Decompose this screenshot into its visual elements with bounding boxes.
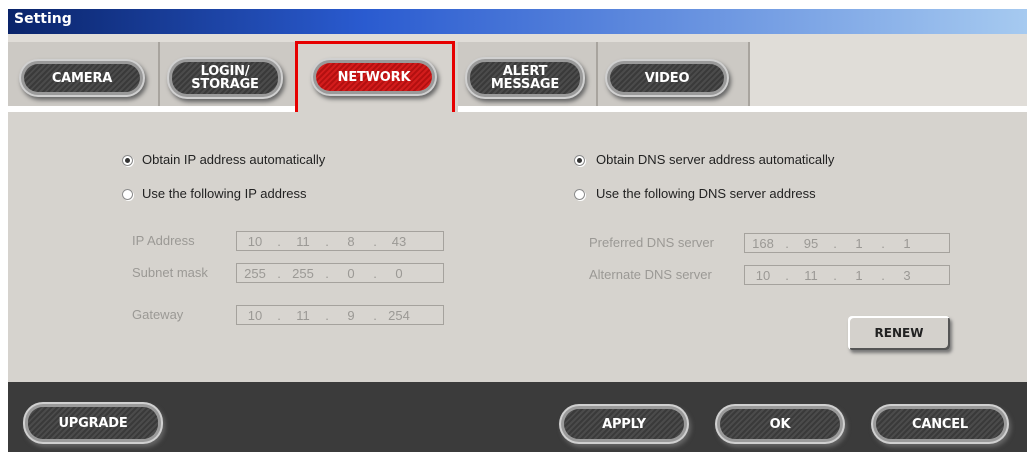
dns-auto-label: Obtain DNS server address automatically <box>596 152 835 167</box>
dns-manual-label: Use the following DNS server address <box>596 186 816 201</box>
preferred-dns-field[interactable]: 168. 95. 1. 1 <box>744 233 950 253</box>
upgrade-button[interactable]: UPGRADE <box>28 407 158 439</box>
preferred-dns-label: Preferred DNS server <box>589 235 714 250</box>
dns-auto-radio[interactable] <box>574 155 585 166</box>
ip-address-field[interactable]: 10. 11. 8. 43 <box>236 231 444 251</box>
ip-manual-label: Use the following IP address <box>142 186 307 201</box>
alternate-dns-label: Alternate DNS server <box>589 267 712 282</box>
tab-alert-message[interactable]: ALERT MESSAGE <box>470 62 580 94</box>
title-bar <box>8 9 1027 34</box>
tab-video[interactable]: VIDEO <box>610 64 724 92</box>
alternate-dns-field[interactable]: 10. 11. 1. 3 <box>744 265 950 285</box>
apply-button[interactable]: APPLY <box>564 409 684 439</box>
dns-manual-radio[interactable] <box>574 189 585 200</box>
ip-address-label: IP Address <box>132 233 195 248</box>
ip-auto-label: Obtain IP address automatically <box>142 152 326 167</box>
subnet-mask-label: Subnet mask <box>132 265 208 280</box>
renew-button[interactable]: RENEW <box>848 316 950 350</box>
window-title: Setting <box>14 11 72 27</box>
ip-auto-radio[interactable] <box>122 155 133 166</box>
ok-button[interactable]: OK <box>720 409 840 439</box>
subnet-mask-field[interactable]: 255. 255. 0. 0 <box>236 263 444 283</box>
gateway-field[interactable]: 10. 11. 9. 254 <box>236 305 444 325</box>
ip-manual-radio[interactable] <box>122 189 133 200</box>
tab-camera[interactable]: CAMERA <box>24 64 140 92</box>
gateway-label: Gateway <box>132 307 184 322</box>
cancel-button[interactable]: CANCEL <box>876 409 1004 439</box>
tab-network[interactable]: NETWORK <box>316 63 432 91</box>
tab-login-storage[interactable]: LOGIN/ STORAGE <box>172 62 278 94</box>
bottom-bar <box>8 382 1027 452</box>
